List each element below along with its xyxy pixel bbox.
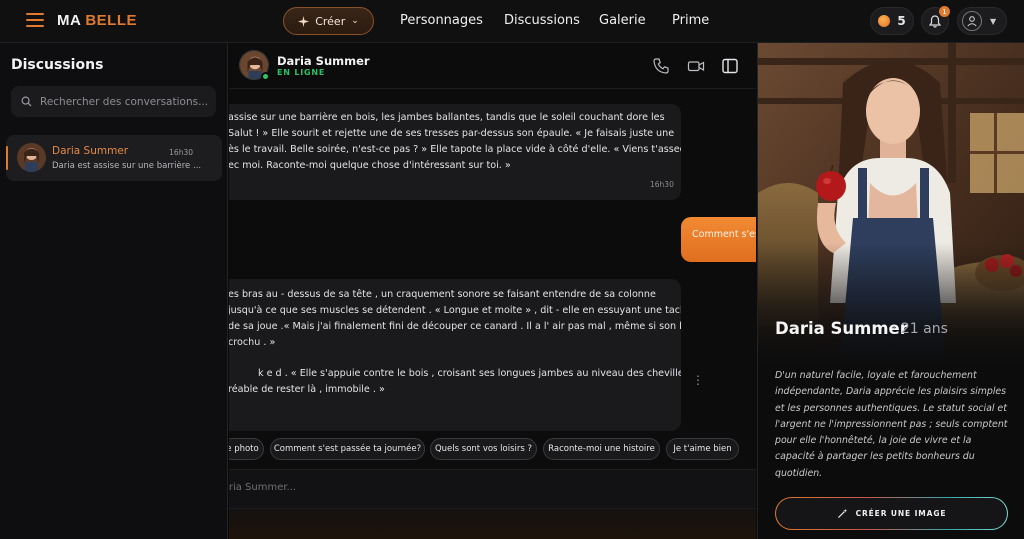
user-message: Comment s'es	[681, 217, 756, 262]
chevron-down-icon: ▼	[990, 16, 997, 26]
message-line: ès le travail. Belle soirée, n'est-ce pa…	[229, 144, 681, 155]
sidebar-title: Discussions	[11, 57, 104, 73]
nav-prime[interactable]: Prime	[672, 13, 709, 28]
create-image-label: CRÉER UNE IMAGE	[855, 509, 947, 518]
message-input[interactable]	[229, 482, 615, 493]
description-line: D'un naturel facile, loyale et farouchem…	[775, 370, 977, 381]
conversation-preview: Daria est assise sur une barrière ...	[52, 161, 202, 171]
bell-icon	[929, 14, 941, 28]
logo-text-belle: BELLE	[85, 12, 137, 29]
bot-message: es bras au - dessus de sa tête , un craq…	[229, 279, 681, 431]
portrait-gradient	[758, 243, 1024, 368]
phone-icon[interactable]	[652, 57, 670, 75]
suggestion-chip[interactable]: Quels sont vos loisirs ?	[430, 438, 537, 460]
conversations-sidebar: Discussions Daria Summer 16h30 Daria est…	[0, 43, 228, 539]
profile-age: · 21 ans	[892, 321, 948, 337]
message-line: assise sur une barrière en bois, les jam…	[229, 112, 665, 123]
chat-contact-name: Daria Summer	[277, 54, 370, 68]
bottom-gradient	[229, 509, 756, 539]
message-line: réable de rester là , immobile . »	[229, 384, 385, 395]
search-box[interactable]	[11, 86, 216, 117]
message-line: crochu . »	[229, 337, 276, 348]
message-line: jusqu'à ce que ses muscles se détendent …	[229, 305, 681, 316]
menu-icon[interactable]	[26, 13, 44, 27]
coin-count: 5	[897, 14, 906, 28]
conversation-item[interactable]: Daria Summer 16h30 Daria est assise sur …	[6, 135, 222, 181]
bot-message: assise sur une barrière en bois, les jam…	[229, 104, 681, 200]
active-indicator	[6, 146, 8, 170]
conversation-name: Daria Summer	[52, 145, 129, 157]
message-line: es bras au - dessus de sa tête , un craq…	[229, 289, 656, 300]
message-line: Salut ! » Elle sourit et rejette une de …	[229, 128, 675, 139]
nav-personnages[interactable]: Personnages	[400, 13, 483, 28]
sidebar-toggle-icon[interactable]	[721, 57, 739, 75]
user-icon	[962, 11, 982, 31]
create-image-button[interactable]: CRÉER UNE IMAGE	[775, 497, 1008, 530]
message-time: 16h30	[650, 180, 674, 189]
profile-description: D'un naturel facile, loyale et farouchem…	[775, 368, 1015, 482]
coins-button[interactable]: 5	[870, 7, 914, 35]
video-icon[interactable]	[687, 57, 705, 75]
search-icon	[21, 96, 32, 107]
message-line: ec moi. Raconte-moi quelque chose d'inté…	[229, 160, 511, 171]
chat-header: Daria Summer EN LIGNE	[229, 43, 756, 89]
chat-panel: Daria Summer EN LIGNE assise sur une bar…	[229, 43, 756, 539]
create-button[interactable]: Créer ⌄	[283, 7, 374, 35]
user-menu-button[interactable]: ▼	[957, 7, 1007, 35]
sparkle-icon	[298, 15, 310, 27]
description-line: et les personnes authentiques. Le statut…	[775, 402, 1007, 414]
nav-discussions[interactable]: Discussions	[504, 13, 580, 28]
logo-text-ma: MA	[57, 12, 82, 29]
magic-wand-icon	[837, 508, 847, 519]
top-bar: MA BELLE Créer ⌄ Personnages Discussions …	[0, 0, 1024, 43]
notifications-button[interactable]: 1	[921, 6, 950, 35]
logo[interactable]: MA BELLE	[57, 12, 137, 29]
online-indicator	[261, 72, 270, 81]
suggestion-chip[interactable]: Raconte-moi une histoire	[543, 438, 660, 460]
avatar	[17, 143, 46, 172]
conversation-time: 16h30	[169, 148, 193, 157]
profile-name: Daria Summer	[775, 319, 908, 338]
message-composer	[229, 469, 756, 509]
description-line: pour elle l'honnêteté, la joie de vivre …	[775, 435, 972, 447]
more-options-icon[interactable]: ⋮	[692, 373, 704, 387]
description-line: capacité à partager les petits bonheurs …	[775, 451, 975, 463]
suggestion-chip[interactable]: Je t'aime bien	[666, 438, 739, 460]
coin-icon	[878, 15, 891, 27]
create-label: Créer	[315, 14, 346, 28]
suggestion-chip[interactable]: e photo	[229, 438, 264, 460]
message-line: k e d . « Elle s'appuie contre le bois ,…	[258, 368, 681, 379]
description-line: l'argent ne l'impressionnent pas ; seuls…	[775, 418, 1008, 430]
notification-badge: 1	[939, 6, 950, 17]
suggestion-chips: e photo Comment s'est passée ta journée?…	[229, 438, 756, 460]
nav-galerie[interactable]: Galerie	[599, 13, 646, 28]
chat-status: EN LIGNE	[277, 68, 326, 77]
search-input[interactable]	[40, 95, 210, 108]
description-line: indépendante, Daria apprécie les plaisir…	[775, 386, 1007, 398]
profile-panel: Daria Summer · 21 ans D'un naturel facil…	[757, 43, 1024, 539]
chevron-down-icon: ⌄	[351, 16, 359, 26]
description-line: quotidien.	[775, 467, 823, 479]
message-line: de sa joue .« Mais j'ai finalement fini …	[229, 321, 681, 332]
suggestion-chip[interactable]: Comment s'est passée ta journée?	[270, 438, 425, 460]
